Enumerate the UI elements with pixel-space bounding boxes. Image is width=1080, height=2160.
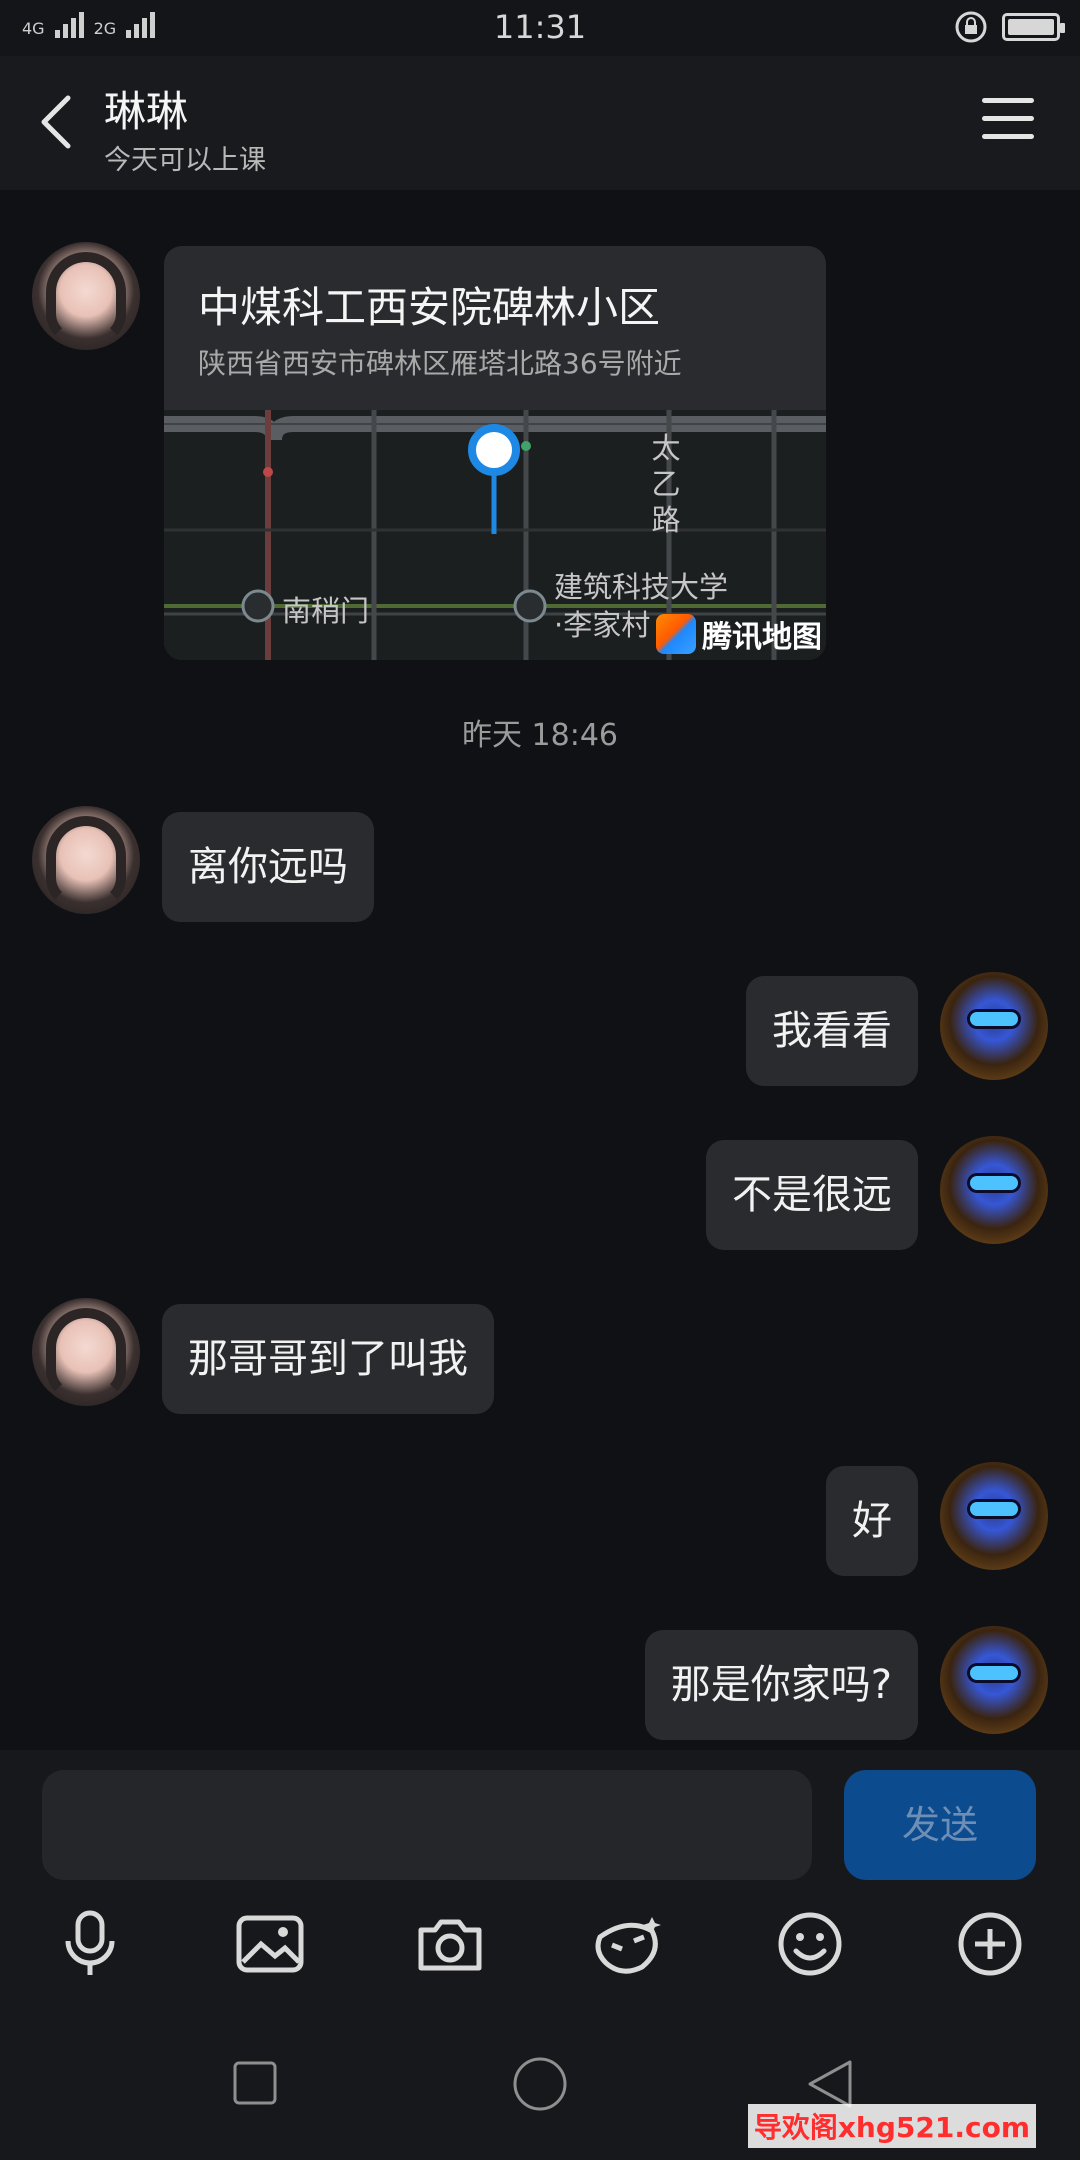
chat-area[interactable]: 中煤科工西安院碑林小区 陕西省西安市碑林区雁塔北路36号附近 太乙路 南稍门 建… [0, 190, 1080, 1750]
map-provider-label: 腾讯地图 [702, 620, 822, 655]
back-nav-icon[interactable] [804, 2058, 856, 2110]
contact-avatar[interactable] [32, 806, 140, 914]
tencent-map-logo-icon [656, 614, 696, 654]
map-label-station-2: 建筑科技大学 [554, 570, 729, 604]
message-timestamp: 昨天 18:46 [462, 718, 618, 753]
chevron-left-icon [41, 95, 71, 149]
message-bubble-outgoing[interactable]: 好 [826, 1466, 918, 1576]
message-bubble-outgoing[interactable]: 那是你家吗? [644, 1630, 918, 1740]
location-address: 陕西省西安市碑林区雁塔北路36号附近 [198, 347, 682, 380]
recents-icon[interactable] [232, 2060, 278, 2106]
location-card[interactable]: 中煤科工西安院碑林小区 陕西省西安市碑林区雁塔北路36号附近 太乙路 南稍门 建… [164, 246, 826, 660]
contact-avatar[interactable] [32, 242, 140, 350]
message-bubble-outgoing[interactable]: 不是很远 [706, 1140, 918, 1250]
message-bubble-outgoing[interactable]: 我看看 [746, 976, 918, 1086]
user-avatar[interactable] [940, 1626, 1048, 1734]
status-time: 11:31 [493, 8, 587, 46]
mic-icon [65, 1910, 115, 1975]
input-bar: 发送 [0, 1750, 1080, 1890]
message-bubble-incoming[interactable]: 那哥哥到了叫我 [162, 1304, 494, 1414]
user-avatar[interactable] [940, 972, 1048, 1080]
map-label-station-2-sub: ·李家村 [554, 608, 651, 642]
map-label-road: 太乙路 [651, 431, 681, 537]
back-button[interactable] [34, 90, 82, 154]
menu-icon [982, 98, 1034, 103]
home-icon[interactable] [512, 2056, 568, 2112]
input-toolbar [0, 1890, 1080, 2000]
site-watermark: 导欢阁xhg521.com [747, 2104, 1036, 2148]
user-avatar[interactable] [940, 1462, 1048, 1570]
system-nav-bar: 导欢阁xhg521.com [0, 2000, 1080, 2160]
contact-name: 琳琳 [104, 87, 189, 136]
map-provider: 腾讯地图 [656, 612, 822, 656]
voice-button[interactable] [50, 1904, 130, 1984]
image-icon [236, 1915, 304, 1973]
menu-button[interactable] [982, 98, 1034, 142]
image-button[interactable] [230, 1904, 310, 1984]
message-bubble-incoming[interactable]: 离你远吗 [162, 812, 374, 922]
user-avatar[interactable] [940, 1136, 1048, 1244]
plus-icon [958, 1912, 1022, 1976]
send-button[interactable]: 发送 [844, 1770, 1036, 1880]
battery-icon [1002, 13, 1065, 41]
status-bar: 4G 2G 11:31 [0, 0, 1080, 56]
contact-avatar[interactable] [32, 1298, 140, 1406]
location-map[interactable]: 太乙路 南稍门 建筑科技大学 ·李家村 腾讯地图 [164, 410, 826, 660]
location-title: 中煤科工西安院碑林小区 [198, 283, 661, 332]
camera-icon [418, 1919, 482, 1971]
contact-status: 今天可以上课 [104, 145, 266, 176]
map-label-station-1: 南稍门 [282, 594, 370, 628]
camera-button[interactable] [410, 1904, 490, 1984]
sticker-button[interactable] [588, 1904, 668, 1984]
status-right [954, 10, 1065, 44]
emoji-button[interactable] [770, 1904, 850, 1984]
emoji-icon [778, 1912, 842, 1976]
message-input[interactable] [42, 1770, 812, 1880]
rotation-lock-icon [955, 11, 987, 43]
chat-header: 琳琳 今天可以上课 [0, 56, 1080, 190]
sticker-icon [595, 1917, 661, 1974]
more-button[interactable] [950, 1904, 1030, 1984]
